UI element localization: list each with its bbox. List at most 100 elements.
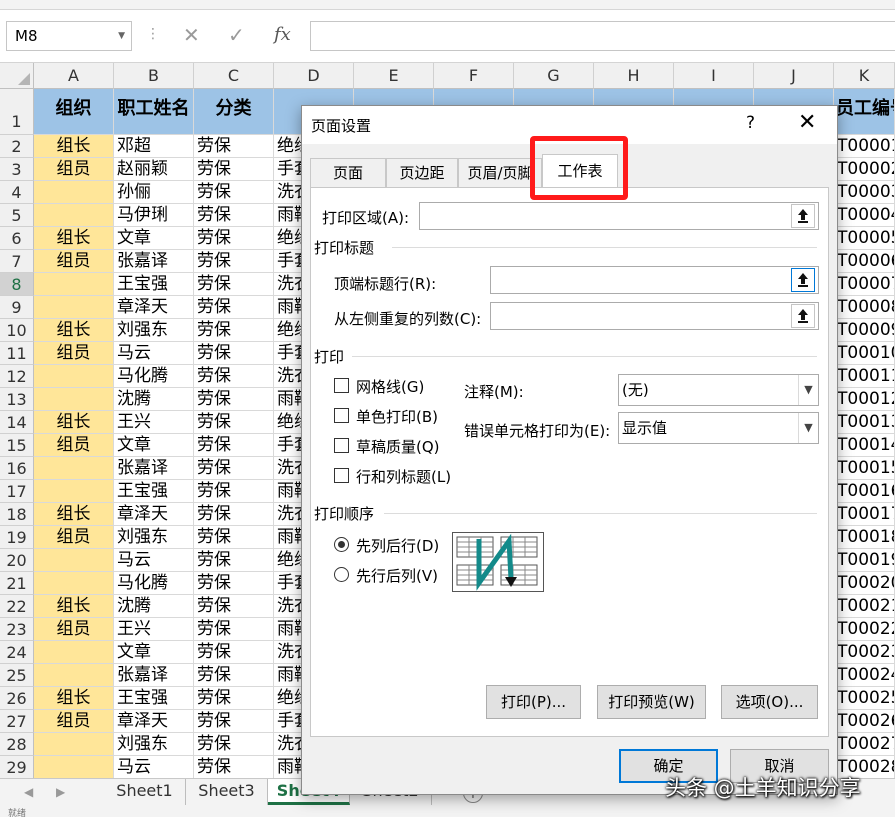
name-box[interactable]: M8 ▼: [6, 21, 132, 51]
table-cell[interactable]: 沈腾: [114, 388, 194, 411]
draft-quality-label[interactable]: 草稿质量(Q): [356, 436, 440, 457]
table-cell[interactable]: [34, 365, 114, 388]
table-cell[interactable]: 王宝强: [114, 687, 194, 710]
row-header[interactable]: 16: [0, 457, 34, 480]
table-cell[interactable]: 劳保: [194, 457, 274, 480]
sheet-tab-sheet3[interactable]: Sheet3: [186, 779, 268, 805]
table-cell[interactable]: 劳保: [194, 756, 274, 779]
table-cell[interactable]: 刘强东: [114, 733, 194, 756]
row-header[interactable]: 18: [0, 503, 34, 526]
table-cell[interactable]: 劳保: [194, 204, 274, 227]
over-then-down-label[interactable]: 先行后列(V): [356, 565, 438, 586]
table-cell[interactable]: T00023: [834, 641, 895, 664]
table-cell[interactable]: T00012: [834, 388, 895, 411]
row-header[interactable]: 25: [0, 664, 34, 687]
tab-margins[interactable]: 页边距: [386, 158, 458, 187]
close-icon[interactable]: ✕: [798, 110, 816, 135]
help-icon[interactable]: ?: [746, 113, 755, 133]
table-cell[interactable]: T00025: [834, 687, 895, 710]
row-header[interactable]: 4: [0, 181, 34, 204]
table-cell[interactable]: 劳保: [194, 687, 274, 710]
table-cell[interactable]: [34, 296, 114, 319]
table-cell[interactable]: 劳保: [194, 135, 274, 158]
table-cell[interactable]: 组员: [34, 710, 114, 733]
draft-quality-checkbox[interactable]: [334, 438, 349, 453]
black-white-label[interactable]: 单色打印(B): [356, 406, 438, 427]
scroll-right-icon[interactable]: ▶: [56, 785, 65, 799]
table-cell[interactable]: 劳保: [194, 365, 274, 388]
table-cell[interactable]: 王兴: [114, 411, 194, 434]
table-cell[interactable]: T00027: [834, 733, 895, 756]
table-cell[interactable]: [34, 457, 114, 480]
table-cell[interactable]: 组员: [34, 526, 114, 549]
table-cell[interactable]: 劳保: [194, 664, 274, 687]
header-cell[interactable]: 分类: [194, 89, 274, 135]
table-cell[interactable]: 劳保: [194, 250, 274, 273]
row-header[interactable]: 7: [0, 250, 34, 273]
row-header[interactable]: 27: [0, 710, 34, 733]
options-button[interactable]: 选项(O)...: [721, 685, 818, 719]
header-cell[interactable]: 员工编号: [834, 89, 895, 135]
column-header-g[interactable]: G: [514, 63, 594, 89]
table-cell[interactable]: T00022: [834, 618, 895, 641]
table-cell[interactable]: 刘强东: [114, 526, 194, 549]
gridlines-checkbox[interactable]: [334, 378, 349, 393]
table-cell[interactable]: 组长: [34, 319, 114, 342]
table-cell[interactable]: T00024: [834, 664, 895, 687]
column-header-a[interactable]: A: [34, 63, 114, 89]
table-cell[interactable]: 沈腾: [114, 595, 194, 618]
table-cell[interactable]: 劳保: [194, 319, 274, 342]
table-cell[interactable]: 马云: [114, 342, 194, 365]
table-cell[interactable]: 劳保: [194, 411, 274, 434]
print-area-collapse-icon[interactable]: [791, 204, 815, 228]
table-cell[interactable]: 张嘉译: [114, 250, 194, 273]
row-header[interactable]: 13: [0, 388, 34, 411]
table-cell[interactable]: [34, 388, 114, 411]
cols-to-repeat-input[interactable]: [490, 302, 819, 330]
table-cell[interactable]: 劳保: [194, 158, 274, 181]
table-cell[interactable]: 劳保: [194, 434, 274, 457]
row-header[interactable]: 10: [0, 319, 34, 342]
header-cell[interactable]: 组织: [34, 89, 114, 135]
table-cell[interactable]: T00015: [834, 457, 895, 480]
table-cell[interactable]: 文章: [114, 434, 194, 457]
table-cell[interactable]: 劳保: [194, 388, 274, 411]
table-cell[interactable]: [34, 204, 114, 227]
column-header-b[interactable]: B: [114, 63, 194, 89]
row-header[interactable]: 14: [0, 411, 34, 434]
table-cell[interactable]: T00005: [834, 227, 895, 250]
row-header[interactable]: 20: [0, 549, 34, 572]
table-cell[interactable]: 马化腾: [114, 572, 194, 595]
column-header-c[interactable]: C: [194, 63, 274, 89]
row-header[interactable]: 19: [0, 526, 34, 549]
table-cell[interactable]: 劳保: [194, 181, 274, 204]
rows-to-repeat-collapse-icon[interactable]: [791, 268, 815, 292]
table-cell[interactable]: 马云: [114, 756, 194, 779]
table-cell[interactable]: T00018: [834, 526, 895, 549]
table-cell[interactable]: 组长: [34, 135, 114, 158]
column-header-e[interactable]: E: [354, 63, 434, 89]
table-cell[interactable]: [34, 733, 114, 756]
cancel-icon[interactable]: ✕: [183, 23, 200, 47]
table-cell[interactable]: T00010: [834, 342, 895, 365]
table-cell[interactable]: T00006: [834, 250, 895, 273]
column-header-h[interactable]: H: [594, 63, 674, 89]
row-header[interactable]: 29: [0, 756, 34, 779]
row-header[interactable]: 5: [0, 204, 34, 227]
down-then-over-label[interactable]: 先列后行(D): [356, 535, 439, 556]
table-cell[interactable]: 组长: [34, 227, 114, 250]
column-header-f[interactable]: F: [434, 63, 514, 89]
table-cell[interactable]: 王宝强: [114, 480, 194, 503]
table-cell[interactable]: 劳保: [194, 503, 274, 526]
row-header[interactable]: 23: [0, 618, 34, 641]
table-cell[interactable]: T00013: [834, 411, 895, 434]
table-cell[interactable]: 张嘉译: [114, 664, 194, 687]
table-cell[interactable]: 邓超: [114, 135, 194, 158]
row-col-headings-checkbox[interactable]: [334, 468, 349, 483]
table-cell[interactable]: 劳保: [194, 480, 274, 503]
over-then-down-radio[interactable]: [334, 567, 349, 582]
black-white-checkbox[interactable]: [334, 408, 349, 423]
enter-icon[interactable]: ✓: [228, 23, 245, 47]
table-cell[interactable]: T00026: [834, 710, 895, 733]
table-cell[interactable]: 文章: [114, 641, 194, 664]
